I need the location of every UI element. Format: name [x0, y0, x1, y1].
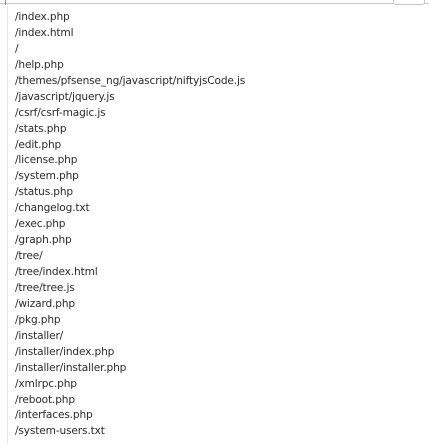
- top-border: [0, 0, 429, 4]
- path-list-item: /xmlrpc.php: [15, 377, 77, 390]
- path-list-item: /themes/pfsense_ng/javascript/niftyjsCod…: [15, 74, 246, 87]
- path-list: /index.php/index.html / /help.php/themes/p…: [15, 10, 245, 440]
- path-list-item: /edit.php: [15, 138, 62, 151]
- path-list-item: /index.html: [15, 26, 74, 39]
- path-list-item: /javascript/jquery.js: [15, 90, 115, 103]
- path-list-item: /tree/tree.js: [15, 281, 75, 294]
- path-list-item: /license.php: [15, 154, 78, 167]
- path-list-item: /pkg.php: [15, 313, 61, 326]
- path-list-item: /exec.php: [15, 218, 66, 231]
- path-list-item: /: [15, 42, 19, 55]
- corner-mark: [5, 0, 6, 5]
- path-list-item: /installer/index.php: [15, 345, 115, 358]
- path-list-item: /installer/: [15, 329, 64, 342]
- path-list-item: /index.php: [15, 11, 70, 23]
- path-list-item: /help.php: [15, 58, 64, 71]
- path-list-item: /tree/index.html: [15, 266, 98, 278]
- path-list-item: /tree/: [15, 250, 43, 263]
- header-tab[interactable]: [393, 0, 425, 5]
- path-list-item: /interfaces.php: [15, 409, 93, 422]
- path-list-item: /system.php: [15, 170, 79, 183]
- path-list-item: /stats.php: [15, 122, 67, 135]
- left-rule: [7, 4, 8, 444]
- path-list-item: /system-users.txt: [15, 425, 105, 438]
- path-list-item: /csrf/csrf-magic.js: [15, 106, 106, 119]
- path-list-item: /reboot.php: [15, 393, 75, 406]
- path-list-item: /installer/installer.php: [15, 361, 127, 374]
- path-list-item: /changelog.txt: [15, 202, 90, 215]
- path-list-item: /status.php: [15, 186, 74, 199]
- path-list-item: /wizard.php: [15, 297, 76, 310]
- path-list-item: /graph.php: [15, 234, 72, 247]
